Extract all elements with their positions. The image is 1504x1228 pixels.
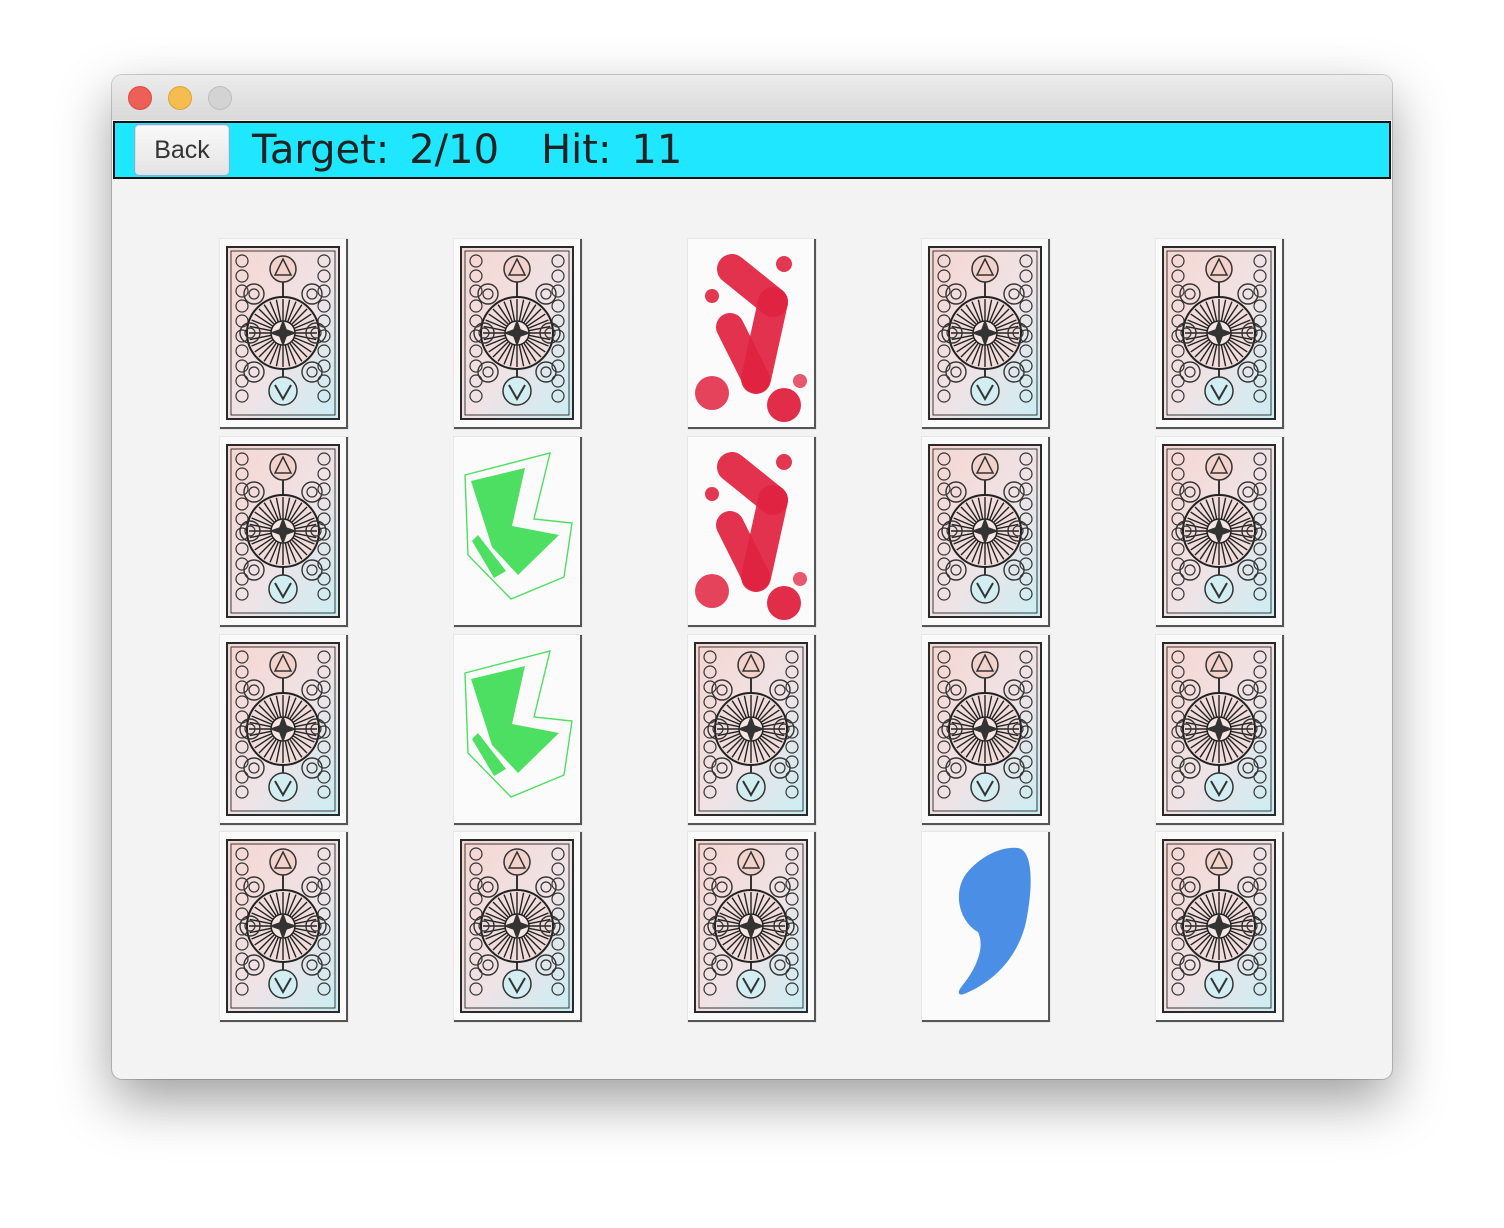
score-bar: Back Target: 2/10 Hit: 11 <box>113 121 1391 179</box>
close-icon[interactable] <box>128 86 152 110</box>
title-bar <box>112 75 1392 120</box>
card-green-shape[interactable] <box>454 437 582 627</box>
target-value: 2/10 <box>409 127 500 173</box>
card-blue-comma[interactable] <box>922 832 1050 1022</box>
card-face-down[interactable] <box>688 832 816 1022</box>
back-button[interactable]: Back <box>134 124 230 176</box>
card-face-down[interactable] <box>1156 832 1284 1022</box>
card-face-down[interactable] <box>220 635 348 825</box>
card-green-shape[interactable] <box>454 635 582 825</box>
target-label: Target: <box>252 127 390 173</box>
card-face-down[interactable] <box>220 239 348 429</box>
hit-value: 11 <box>631 127 683 173</box>
hit-label: Hit: <box>541 127 612 173</box>
card-face-down[interactable] <box>1156 635 1284 825</box>
card-face-down[interactable] <box>1156 437 1284 627</box>
card-red-blot[interactable] <box>688 437 816 627</box>
card-face-down[interactable] <box>922 635 1050 825</box>
card-face-down[interactable] <box>1156 239 1284 429</box>
card-face-down[interactable] <box>922 239 1050 429</box>
card-face-down[interactable] <box>220 437 348 627</box>
minimize-icon[interactable] <box>168 86 192 110</box>
card-face-down[interactable] <box>454 832 582 1022</box>
card-red-blot[interactable] <box>688 239 816 429</box>
card-face-down[interactable] <box>454 239 582 429</box>
zoom-icon[interactable] <box>208 86 232 110</box>
card-face-down[interactable] <box>220 832 348 1022</box>
card-face-down[interactable] <box>922 437 1050 627</box>
card-face-down[interactable] <box>688 635 816 825</box>
game-window: Back Target: 2/10 Hit: 11 <box>112 75 1392 1079</box>
